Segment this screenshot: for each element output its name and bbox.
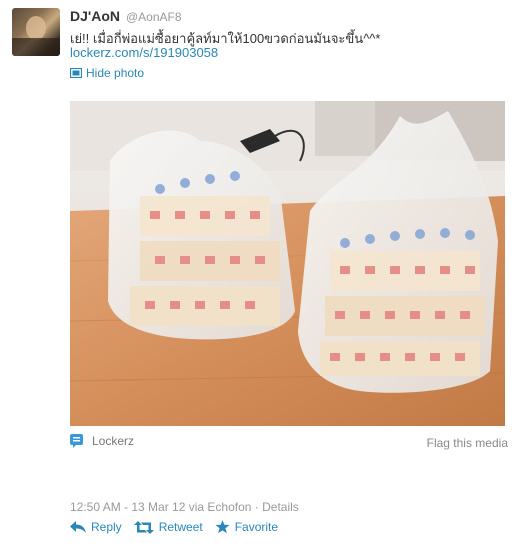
tweet-header: DJ'AoN @AonAF8: [70, 8, 182, 26]
user-handle[interactable]: @AonAF8: [126, 10, 182, 24]
retweet-icon: [133, 520, 154, 534]
tweet-photo[interactable]: [70, 101, 505, 426]
favorite-button[interactable]: Favorite: [215, 520, 278, 534]
reply-button[interactable]: Reply: [70, 520, 122, 534]
flag-media-link[interactable]: Flag this media: [427, 436, 508, 450]
retweet-button[interactable]: Retweet: [133, 520, 203, 534]
retweet-label: Retweet: [158, 520, 203, 534]
hide-photo-label: Hide photo: [86, 66, 145, 80]
lockerz-icon: [70, 434, 83, 448]
media-source-link[interactable]: Lockerz: [70, 434, 134, 448]
tweet-meta[interactable]: 12:50 AM - 13 Mar 12 via Echofon · Detai…: [70, 500, 299, 514]
hide-photo-button[interactable]: Hide photo: [70, 65, 144, 81]
reply-label: Reply: [91, 520, 122, 534]
avatar[interactable]: [12, 8, 60, 56]
tweet-actions: Reply Retweet Favorite: [70, 520, 290, 534]
media-footer: Lockerz Flag this media: [70, 434, 508, 452]
user-name[interactable]: DJ'AoN: [70, 8, 120, 24]
media-source-label: Lockerz: [92, 434, 135, 448]
photo-icon: [70, 68, 82, 78]
reply-arrow-icon: [70, 521, 86, 533]
favorite-label: Favorite: [234, 520, 279, 534]
tweet-link[interactable]: lockerz.com/s/191903058: [70, 45, 218, 60]
star-icon: [215, 520, 230, 534]
photo-image: [70, 101, 505, 426]
